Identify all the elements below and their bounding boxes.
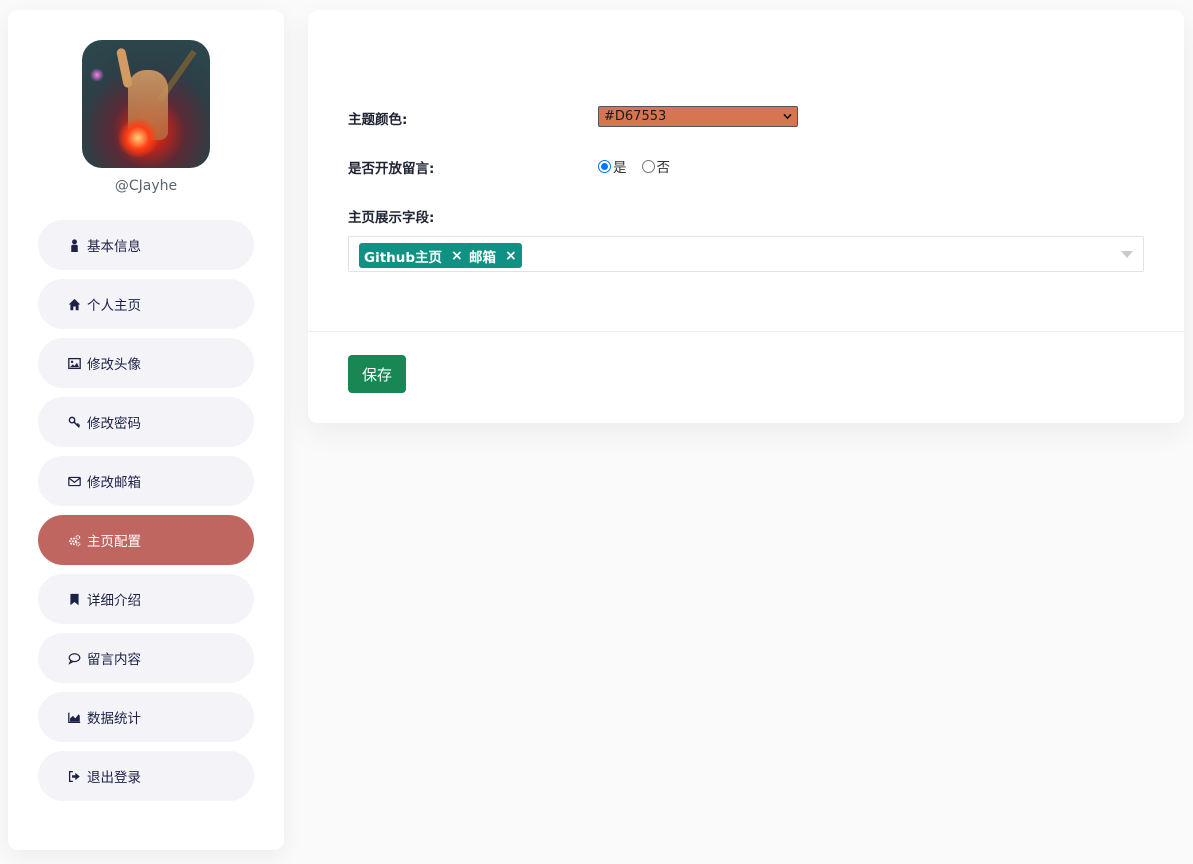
- remove-tag-icon[interactable]: ×: [451, 248, 463, 264]
- sidebar-item-label: 详细介绍: [87, 593, 141, 609]
- field-tag-github: Github主页 ×: [359, 243, 468, 268]
- sidebar-item-label: 数据统计: [87, 711, 141, 727]
- sidebar-item-detail[interactable]: 详细介绍: [38, 574, 254, 624]
- sidebar-item-homepage-config[interactable]: 主页配置: [38, 515, 254, 565]
- theme-color-value: #D67553: [604, 109, 667, 124]
- avatar-glow: [118, 118, 158, 158]
- theme-color-label: 主题颜色:: [348, 112, 408, 128]
- envelope-icon: [66, 473, 82, 489]
- comments-label: 是否开放留言:: [348, 161, 435, 177]
- avatar[interactable]: [82, 40, 210, 168]
- comments-no-radio[interactable]: [641, 159, 655, 173]
- dropdown-caret-icon[interactable]: [1121, 251, 1133, 258]
- sidebar-item-password[interactable]: 修改密码: [38, 397, 254, 447]
- sidebar-item-statistics[interactable]: 数据统计: [38, 692, 254, 742]
- theme-color-select[interactable]: #D67553: [598, 106, 798, 127]
- sidebar-item-email[interactable]: 修改邮箱: [38, 456, 254, 506]
- home-icon: [66, 296, 82, 312]
- image-icon: [66, 355, 82, 371]
- username: @CJayhe: [114, 178, 178, 194]
- sidebar-item-avatar[interactable]: 修改头像: [38, 338, 254, 388]
- comments-radio-group: 是 否: [598, 156, 670, 176]
- sidebar-item-label: 留言内容: [87, 652, 141, 668]
- field-tag-label: 邮箱: [469, 249, 496, 266]
- sidebar-item-label: 修改头像: [87, 357, 141, 373]
- sidebar-item-comments[interactable]: 留言内容: [38, 633, 254, 683]
- sign-out-icon: [66, 768, 82, 784]
- area-chart-icon: [66, 709, 82, 725]
- field-tag-email: 邮箱 ×: [464, 243, 522, 268]
- user-icon: [66, 237, 82, 253]
- comments-yes-label: 是: [613, 160, 627, 176]
- cogs-icon: [66, 532, 82, 548]
- remove-tag-icon[interactable]: ×: [505, 248, 517, 264]
- sidebar-item-label: 主页配置: [87, 534, 141, 550]
- sidebar: @CJayhe 基本信息 个人主页 修改头像 修改密码 修改邮箱 主页配置 详细…: [8, 10, 284, 850]
- sidebar-item-label: 基本信息: [87, 239, 141, 255]
- bookmark-icon: [66, 591, 82, 607]
- save-button[interactable]: 保存: [348, 355, 406, 393]
- comment-icon: [66, 650, 82, 666]
- sidebar-item-basic-info[interactable]: 基本信息: [38, 220, 254, 270]
- avatar-spark: [90, 68, 104, 82]
- sidebar-item-logout[interactable]: 退出登录: [38, 751, 254, 801]
- divider: [308, 331, 1184, 332]
- comments-yes-radio[interactable]: [598, 159, 611, 173]
- sidebar-item-label: 退出登录: [87, 770, 141, 786]
- sidebar-item-label: 个人主页: [87, 298, 141, 314]
- sidebar-item-label: 修改邮箱: [87, 475, 141, 491]
- display-fields-multiselect[interactable]: Github主页 × 邮箱 ×: [348, 236, 1144, 272]
- comments-no-label: 否: [656, 160, 671, 176]
- field-tag-label: Github主页: [364, 249, 443, 266]
- key-icon: [66, 414, 82, 430]
- sidebar-item-label: 修改密码: [87, 416, 141, 432]
- homepage-config-card: 主题颜色: #D67553 是否开放留言: 是 否 主页展示字段: Github…: [308, 10, 1184, 423]
- sidebar-item-homepage[interactable]: 个人主页: [38, 279, 254, 329]
- display-fields-label: 主页展示字段:: [348, 210, 435, 226]
- chevron-down-icon: [783, 113, 792, 120]
